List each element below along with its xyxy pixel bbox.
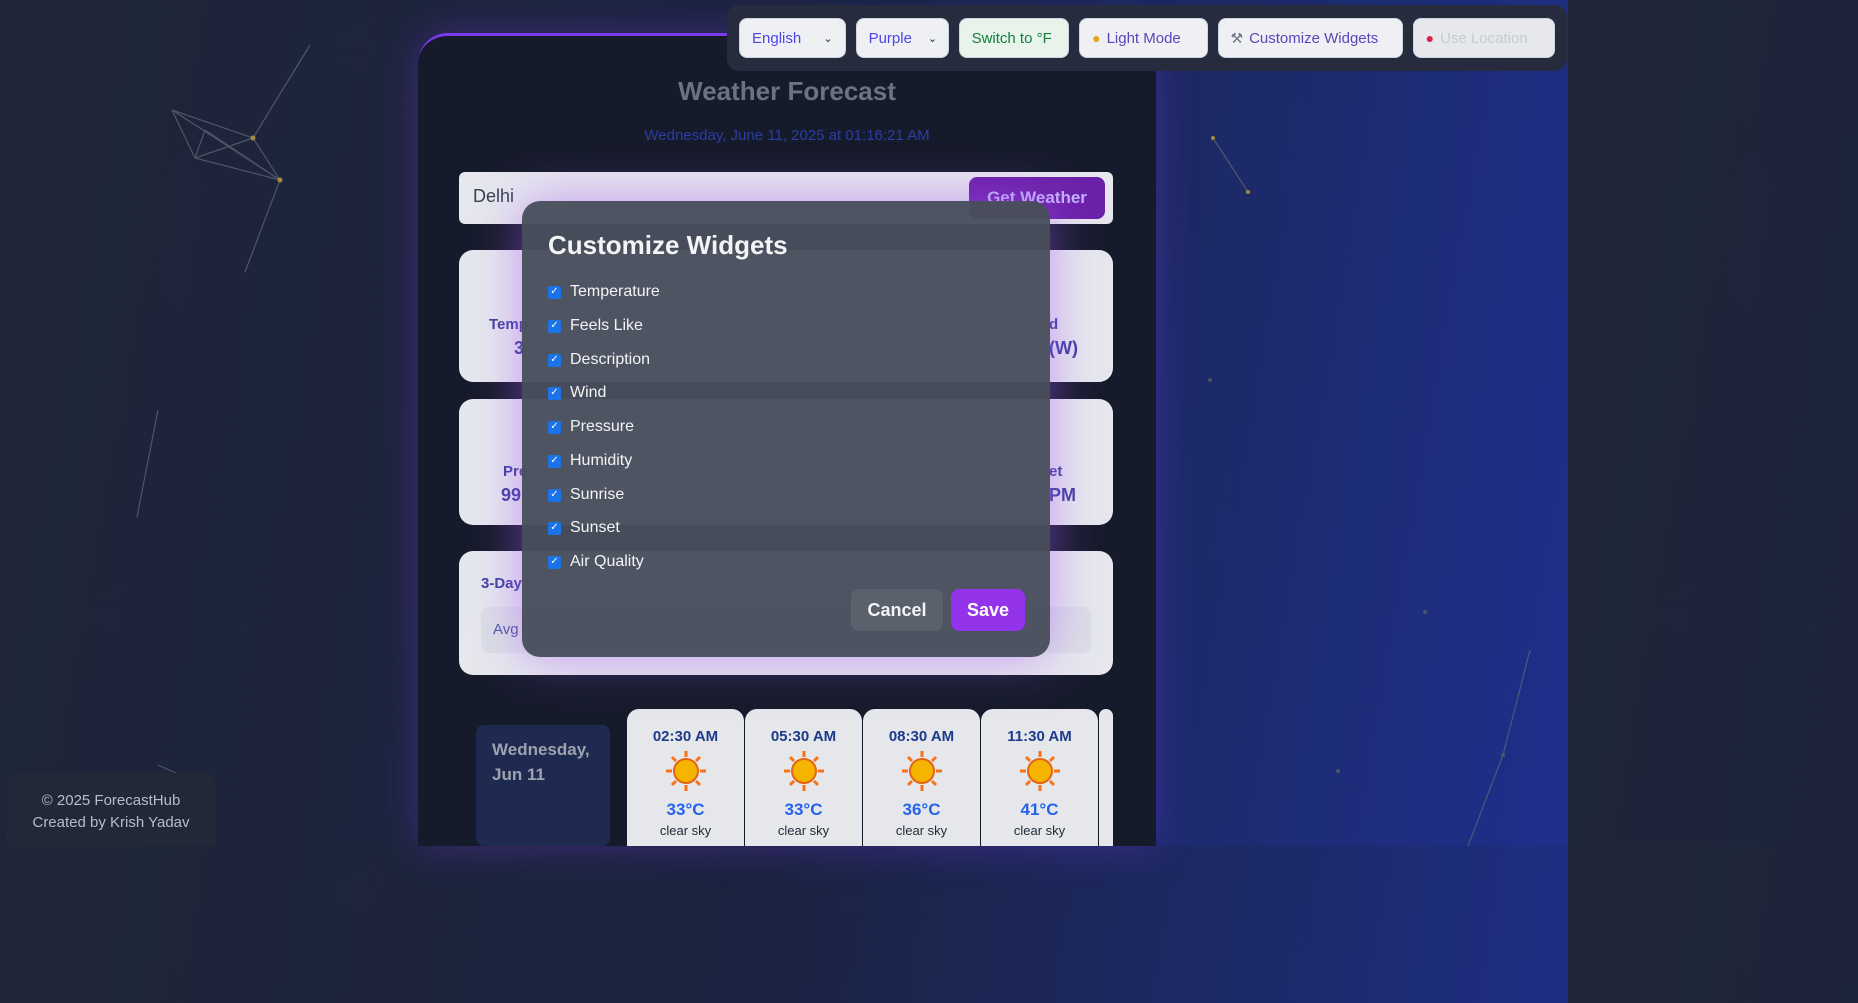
option-description[interactable]: ✓ Description — [548, 349, 650, 371]
sunset-label: et — [1049, 463, 1063, 480]
option-humidity[interactable]: ✓ Humidity — [548, 450, 632, 472]
hour-description: clear sky — [659, 823, 712, 838]
location-pin-icon: ● — [1425, 30, 1435, 46]
save-button[interactable]: Save — [951, 589, 1025, 631]
light-mode-button[interactable]: ● Light Mode — [1079, 18, 1208, 58]
option-label: Sunrise — [570, 486, 625, 503]
theme-select[interactable]: Purple ⌄ — [855, 18, 949, 58]
page-title: Weather Forecast — [678, 76, 896, 106]
average-label: Avg — [493, 621, 519, 638]
customize-widgets-label: Customize Widgets — [1249, 29, 1379, 47]
hour-description: clear sky — [895, 823, 948, 838]
light-mode-label: Light Mode — [1106, 29, 1181, 47]
hour-time: 05:30 AM — [770, 728, 837, 745]
hourly-forecast-card: 11:30 AM 41°C clear sky — [981, 709, 1098, 846]
option-air-quality[interactable]: ✓ Air Quality — [548, 551, 644, 573]
use-location-button[interactable]: ● Use Location — [1412, 18, 1556, 58]
hour-temperature: 33°C — [666, 800, 705, 819]
option-pressure[interactable]: ✓ Pressure — [548, 416, 634, 438]
theme-value: Purple — [868, 29, 912, 47]
sun-icon — [901, 751, 942, 791]
option-temperature[interactable]: ✓ Temperature — [548, 281, 660, 303]
language-value: English — [752, 29, 802, 47]
option-label: Sunset — [570, 519, 620, 536]
hour-description: clear sky — [777, 823, 830, 838]
customize-widgets-button[interactable]: ⚒ Customize Widgets — [1217, 18, 1403, 58]
option-wind[interactable]: ✓ Wind — [548, 382, 606, 404]
wind-value: (W) — [1049, 338, 1078, 358]
option-feels-like[interactable]: ✓ Feels Like — [548, 315, 643, 337]
hour-time: 08:30 AM — [888, 728, 955, 745]
hour-time: 11:30 AM — [1007, 728, 1072, 745]
checkbox-checked-icon[interactable]: ✓ — [548, 488, 561, 502]
checkbox-checked-icon[interactable]: ✓ — [548, 555, 561, 569]
pressure-value: 99 — [501, 485, 522, 505]
checkbox-checked-icon[interactable]: ✓ — [548, 420, 561, 434]
option-label: Temperature — [570, 283, 660, 300]
checkbox-checked-icon[interactable]: ✓ — [548, 285, 561, 299]
hour-temperature: 36°C — [902, 800, 941, 819]
city-input[interactable]: Delhi — [473, 186, 514, 207]
option-sunrise[interactable]: ✓ Sunrise — [548, 484, 624, 506]
cancel-button[interactable]: Cancel — [851, 589, 943, 631]
option-label: Air Quality — [570, 553, 644, 570]
footer-credit: Created by Krish Yadav — [32, 814, 190, 831]
hourly-forecast-card-partial — [1099, 709, 1113, 846]
option-label: Pressure — [570, 418, 635, 435]
hourly-forecast-card: 02:30 AM 33°C clear sky — [627, 709, 744, 846]
sun-icon — [783, 751, 824, 791]
option-label: Feels Like — [570, 317, 643, 334]
hour-time: 02:30 AM — [652, 728, 719, 745]
language-select[interactable]: English ⌄ — [739, 18, 846, 58]
footer: © 2025 ForecastHub Created by Krish Yada… — [6, 773, 216, 846]
chevron-down-icon: ⌄ — [823, 32, 833, 45]
wind-label: d — [1049, 316, 1059, 333]
checkbox-checked-icon[interactable]: ✓ — [548, 386, 561, 400]
sunset-value: PM — [1049, 485, 1076, 505]
use-location-label: Use Location — [1440, 29, 1528, 47]
chevron-down-icon: ⌄ — [927, 32, 938, 45]
sun-icon — [1019, 751, 1060, 791]
hourly-forecast-card: 08:30 AM 36°C clear sky — [863, 709, 980, 846]
hour-description: clear sky — [1013, 823, 1066, 838]
top-toolbar: English ⌄ Purple ⌄ Switch to °F ● Light … — [727, 5, 1567, 71]
hourly-forecast-card: 05:30 AM 33°C clear sky — [745, 709, 862, 846]
forecast-day-card: Wednesday, Jun 11 — [476, 725, 610, 846]
tools-icon: ⚒ — [1230, 29, 1244, 46]
checkbox-checked-icon[interactable]: ✓ — [548, 521, 561, 535]
sun-icon: ● — [1092, 30, 1101, 46]
option-label: Wind — [570, 384, 607, 401]
hour-temperature: 41°C — [1020, 800, 1059, 819]
option-label: Description — [570, 351, 651, 368]
sun-icon — [665, 751, 706, 791]
checkbox-checked-icon[interactable]: ✓ — [548, 454, 561, 468]
checkbox-checked-icon[interactable]: ✓ — [548, 319, 561, 333]
unit-toggle-button[interactable]: Switch to °F — [958, 18, 1070, 58]
footer-copyright: © 2025 ForecastHub — [41, 792, 181, 809]
option-label: Humidity — [570, 452, 633, 469]
current-datetime: Wednesday, June 11, 2025 at 01:16:21 AM — [644, 127, 930, 144]
hour-temperature: 33°C — [784, 800, 823, 819]
modal-title: Customize Widgets — [548, 230, 788, 260]
customize-widgets-modal: Customize Widgets ✓ Temperature ✓ Feels … — [522, 201, 1050, 657]
checkbox-checked-icon[interactable]: ✓ — [548, 353, 561, 367]
option-sunset[interactable]: ✓ Sunset — [548, 517, 620, 539]
three-day-label: 3-Day — [481, 575, 522, 592]
